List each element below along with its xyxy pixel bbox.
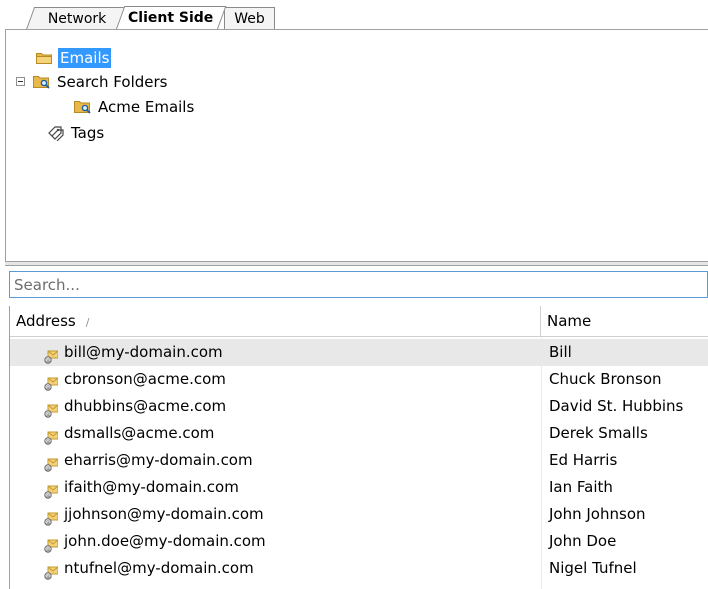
name-cell: Ian Faith xyxy=(549,478,613,496)
table-row[interactable]: @ john.doe@my-domain.com John Doe xyxy=(10,528,708,555)
tab-network[interactable]: Network xyxy=(25,7,128,30)
table-row[interactable]: @ cbronson@acme.com Chuck Bronson xyxy=(10,366,708,393)
address-cell: eharris@my-domain.com xyxy=(64,451,253,469)
email-address-icon: @ xyxy=(44,481,59,499)
name-cell: John Doe xyxy=(549,532,617,550)
svg-text:@: @ xyxy=(46,574,51,580)
column-header-label: Address xyxy=(16,312,76,330)
grid-header: Address / Name xyxy=(10,306,708,337)
email-address-icon: @ xyxy=(44,454,59,472)
address-cell: cbronson@acme.com xyxy=(64,370,226,388)
table-row[interactable]: @ dsmalls@acme.com Derek Smalls xyxy=(10,420,708,447)
email-address-icon: @ xyxy=(44,373,59,391)
table-row[interactable]: @ ntufnel@my-domain.com Nigel Tufnel xyxy=(10,555,708,582)
column-header-name[interactable]: Name xyxy=(541,306,708,337)
search-folder-icon xyxy=(33,75,51,89)
tab-client-side-label: Client Side xyxy=(128,10,214,26)
tab-web[interactable]: Web xyxy=(224,7,275,30)
name-cell: Ed Harris xyxy=(549,451,618,469)
address-cell: jjohnson@my-domain.com xyxy=(64,505,264,523)
tab-strip: Network Web Client Side xyxy=(0,0,708,30)
tab-web-label: Web xyxy=(234,11,265,27)
email-address-icon: @ xyxy=(44,508,59,526)
tree-item-label: Emails xyxy=(58,47,112,68)
svg-text:@: @ xyxy=(46,493,51,499)
email-address-icon: @ xyxy=(44,400,59,418)
table-row[interactable]: @ ifaith@my-domain.com Ian Faith xyxy=(10,474,708,501)
tag-icon xyxy=(47,125,65,141)
svg-text:@: @ xyxy=(46,358,51,364)
address-cell: bill@my-domain.com xyxy=(64,343,223,361)
tree-item-emails[interactable]: Emails xyxy=(36,46,112,68)
name-cell: David St. Hubbins xyxy=(549,397,684,415)
email-address-icon: @ xyxy=(44,427,59,445)
name-cell: John Johnson xyxy=(549,505,646,523)
tree-item-tags[interactable]: Tags xyxy=(47,121,104,143)
svg-text:@: @ xyxy=(46,520,51,526)
table-row[interactable]: @ dhubbins@acme.com David St. Hubbins xyxy=(10,393,708,420)
table-row[interactable]: @ eharris@my-domain.com Ed Harris xyxy=(10,447,708,474)
search-box xyxy=(9,271,708,298)
name-cell: Chuck Bronson xyxy=(549,370,662,388)
panel-splitter[interactable] xyxy=(5,261,708,266)
email-grid: Address / Name @ bill@my-domain.com Bill … xyxy=(9,306,708,589)
svg-text:@: @ xyxy=(46,547,51,553)
email-address-icon: @ xyxy=(44,562,59,580)
collapse-toggle-icon[interactable] xyxy=(16,77,25,86)
table-row[interactable]: @ jjohnson@my-domain.com John Johnson xyxy=(10,501,708,528)
tree-item-label: Search Folders xyxy=(57,72,168,91)
sort-ascending-icon: / xyxy=(85,316,90,329)
address-cell: dsmalls@acme.com xyxy=(64,424,215,442)
address-cell: john.doe@my-domain.com xyxy=(64,532,266,550)
address-cell: ntufnel@my-domain.com xyxy=(64,559,254,577)
svg-text:@: @ xyxy=(46,385,51,391)
tab-network-label: Network xyxy=(47,11,107,27)
svg-text:@: @ xyxy=(46,439,51,445)
name-cell: Nigel Tufnel xyxy=(549,559,637,577)
folder-tree: Emails Search Folders Acme Emails Tags xyxy=(5,30,708,261)
search-folder-icon xyxy=(74,100,92,114)
email-address-icon: @ xyxy=(44,346,59,364)
column-header-address[interactable]: Address / xyxy=(10,306,541,337)
tree-item-acme-emails[interactable]: Acme Emails xyxy=(74,95,194,117)
address-cell: dhubbins@acme.com xyxy=(64,397,227,415)
search-input[interactable] xyxy=(10,272,707,297)
svg-text:@: @ xyxy=(46,466,51,472)
email-address-icon: @ xyxy=(44,535,59,553)
tab-client-side[interactable]: Client Side xyxy=(115,6,227,30)
folder-icon xyxy=(36,52,52,64)
address-cell: ifaith@my-domain.com xyxy=(64,478,239,496)
tree-item-label: Tags xyxy=(71,123,105,142)
tree-item-search-folders[interactable]: Search Folders xyxy=(16,70,167,92)
svg-text:@: @ xyxy=(46,412,51,418)
tree-item-label: Acme Emails xyxy=(98,97,195,116)
table-row[interactable]: @ bill@my-domain.com Bill xyxy=(10,339,708,366)
name-cell: Derek Smalls xyxy=(549,424,648,442)
column-header-label: Name xyxy=(547,312,592,330)
name-cell: Bill xyxy=(549,343,572,361)
